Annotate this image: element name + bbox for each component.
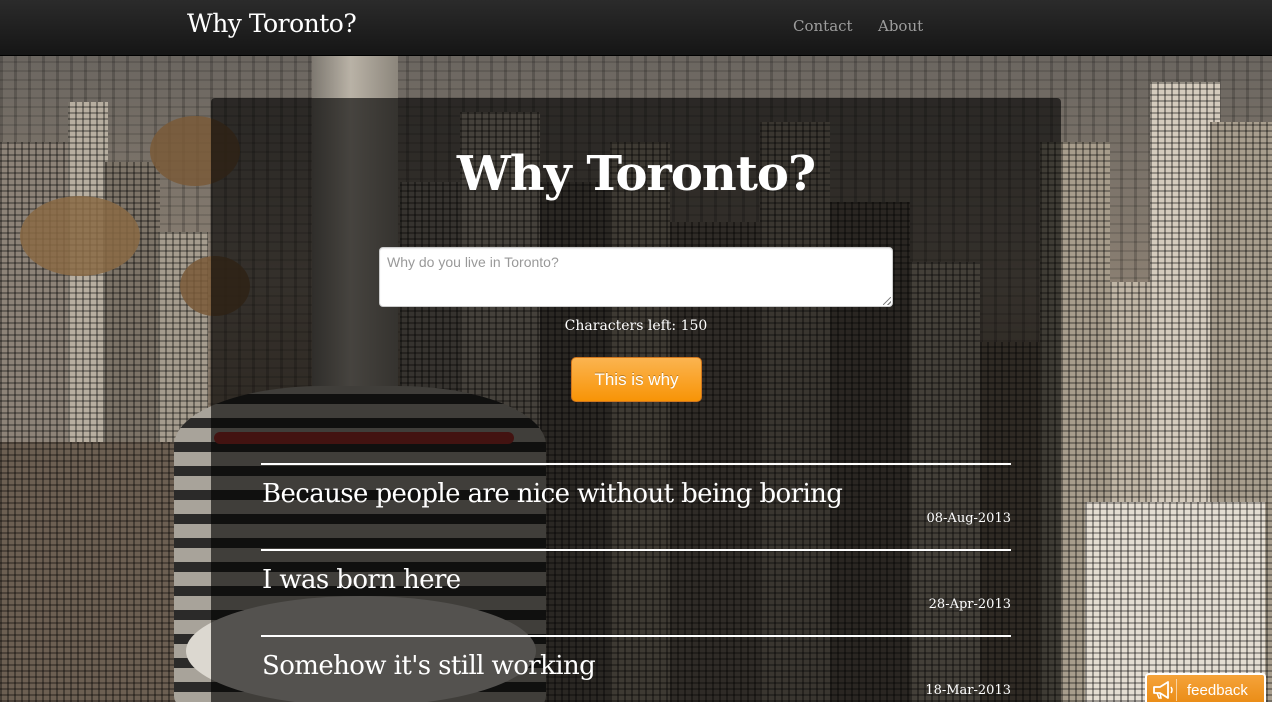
- main-panel: Why Toronto? Characters left: 150 This i…: [211, 98, 1061, 702]
- megaphone-icon: [1151, 679, 1177, 701]
- entry-date: 18-Mar-2013: [925, 683, 1011, 698]
- entry-date: 08-Aug-2013: [926, 511, 1012, 526]
- entry-date: 28-Apr-2013: [928, 597, 1011, 612]
- entry-text: Because people are nice without being bo…: [262, 479, 843, 509]
- list-item: Somehow it's still working 18-Mar-2013: [261, 635, 1011, 702]
- entry-text: I was born here: [262, 565, 461, 595]
- feedback-button[interactable]: feedback: [1145, 673, 1266, 702]
- submit-button[interactable]: This is why: [571, 357, 702, 402]
- nav-link-about[interactable]: About: [878, 17, 923, 35]
- list-item: Because people are nice without being bo…: [261, 463, 1011, 549]
- entries-list: Because people are nice without being bo…: [261, 463, 1011, 702]
- feedback-label: feedback: [1187, 682, 1248, 699]
- list-item: I was born here 28-Apr-2013: [261, 549, 1011, 635]
- textarea-resize-handle[interactable]: [883, 297, 891, 305]
- nav-link-contact[interactable]: Contact: [793, 17, 853, 35]
- top-navbar: Why Toronto? Contact About: [0, 0, 1272, 56]
- entry-text: Somehow it's still working: [262, 651, 596, 681]
- brand-link[interactable]: Why Toronto?: [187, 9, 357, 38]
- page-title: Why Toronto?: [456, 146, 816, 202]
- characters-left-counter: Characters left: 150: [564, 318, 708, 334]
- reason-input[interactable]: [379, 247, 893, 307]
